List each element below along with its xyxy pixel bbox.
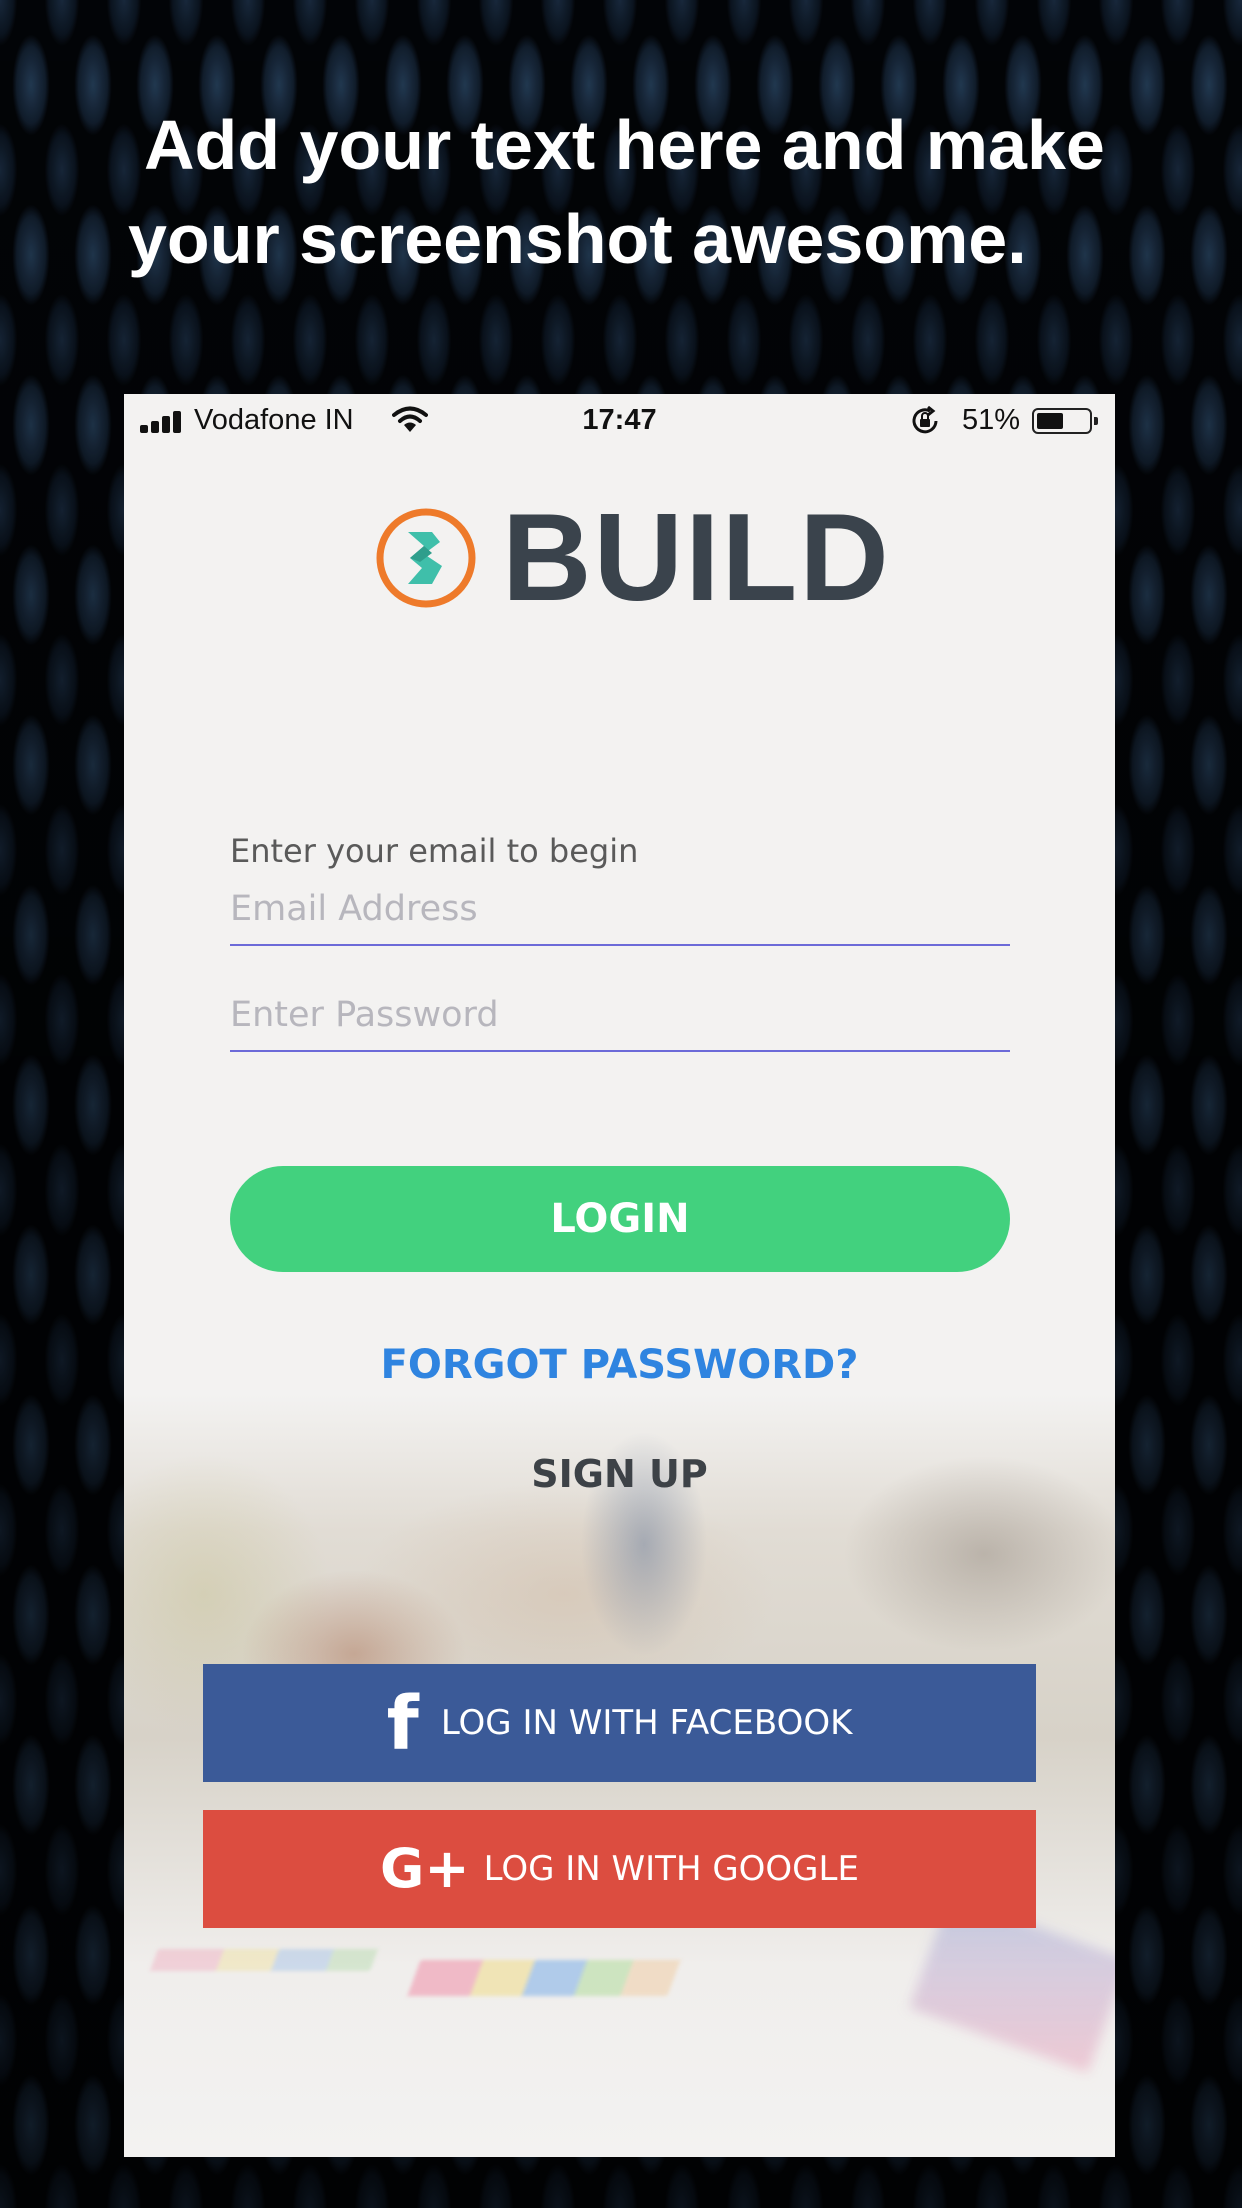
build-logo: BUILD (374, 496, 894, 620)
photo-detail (407, 1960, 681, 1996)
promo-headline-line-1: Add your text here and make (144, 106, 1105, 184)
facebook-login-button[interactable]: f LOG IN WITH FACEBOOK (203, 1664, 1036, 1782)
battery-icon (1032, 408, 1098, 434)
login-button[interactable]: LOGIN (230, 1166, 1010, 1272)
build-logo-icon (376, 508, 476, 608)
status-bar: Vodafone IN 17:47 51% (124, 394, 1115, 446)
sign-up-link[interactable]: SIGN UP (124, 1452, 1115, 1496)
email-input[interactable] (230, 874, 1010, 946)
battery-level-fill (1037, 413, 1063, 429)
rotation-lock-icon (912, 406, 938, 434)
google-plus-icon: G+ (380, 1837, 470, 1900)
facebook-icon: f (386, 1681, 419, 1767)
photo-detail (149, 1949, 379, 1971)
build-logo-text: BUILD (502, 489, 891, 627)
google-login-button[interactable]: G+ LOG IN WITH GOOGLE (203, 1810, 1036, 1928)
phone-screen: Vodafone IN 17:47 51% BUILD Enter your e… (124, 394, 1115, 2157)
facebook-login-label: LOG IN WITH FACEBOOK (440, 1703, 853, 1743)
google-login-label: LOG IN WITH GOOGLE (483, 1849, 859, 1889)
promo-headline-line-2: your screenshot awesome. (128, 200, 1027, 278)
password-input[interactable] (230, 980, 1010, 1052)
promo-headline: Add your text here and make your screens… (128, 98, 1178, 286)
email-prompt: Enter your email to begin (230, 832, 639, 870)
forgot-password-link[interactable]: FORGOT PASSWORD? (124, 1342, 1115, 1388)
battery-percent: 51% (962, 404, 1021, 436)
